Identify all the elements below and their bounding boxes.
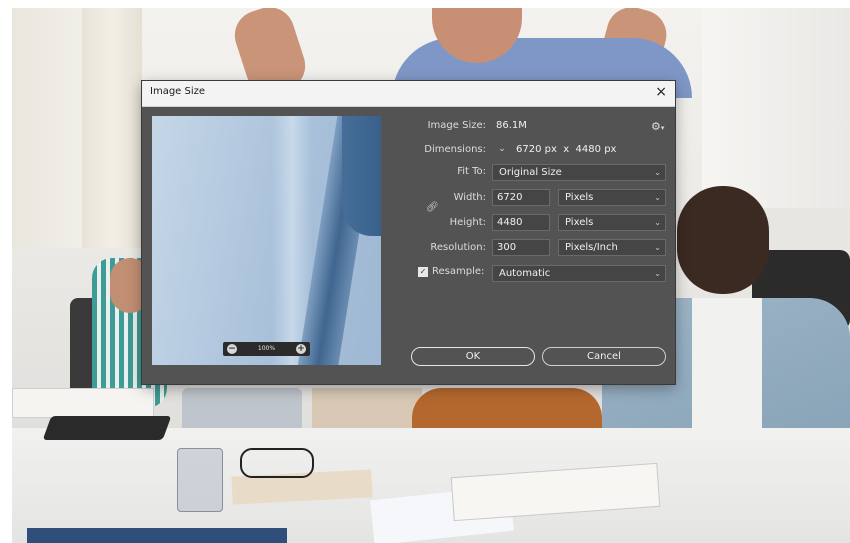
person-head: [677, 186, 769, 294]
chevron-down-icon: ⌄: [654, 269, 661, 278]
image-size-label: Image Size:: [427, 120, 486, 131]
dimensions-value: 6720 px x 4480 px: [516, 144, 616, 155]
fit-to-value: Original Size: [499, 167, 562, 178]
curtain: [82, 8, 142, 248]
ok-button[interactable]: OK: [411, 347, 535, 366]
chevron-down-icon: ⌄: [654, 218, 661, 227]
tablet: [42, 416, 172, 440]
dimensions-unit: px: [544, 144, 557, 155]
chevron-down-icon: ⌄: [654, 243, 661, 252]
resolution-label: Resolution:: [430, 242, 486, 253]
fit-to-select[interactable]: Original Size ⌄: [492, 164, 666, 181]
chevron-down-icon[interactable]: ⌄: [497, 145, 507, 155]
resample-value: Automatic: [499, 268, 551, 279]
resolution-unit-select[interactable]: Pixels/Inch ⌄: [558, 239, 666, 256]
dimensions-label: Dimensions:: [424, 144, 486, 155]
width-unit-value: Pixels: [565, 192, 594, 203]
eyeglasses: [240, 448, 314, 478]
resample-label: Resample:: [432, 266, 485, 277]
width-input[interactable]: 6720: [492, 189, 550, 206]
cancel-button[interactable]: Cancel: [542, 347, 666, 366]
resolution-unit-value: Pixels/Inch: [565, 242, 618, 253]
height-label: Height:: [449, 217, 486, 228]
image-preview[interactable]: − 100% +: [152, 116, 381, 365]
dimensions-unit: px: [604, 144, 617, 155]
gear-icon[interactable]: ⚙▾: [651, 120, 664, 133]
zoom-in-icon[interactable]: +: [296, 344, 306, 354]
resample-checkbox[interactable]: ✓: [418, 267, 428, 277]
height-input[interactable]: 4480: [492, 214, 550, 231]
link-icon[interactable]: 🔗︎: [426, 202, 439, 216]
image-size-dialog: Image Size × − 100% + Image Size: 86.1M …: [142, 81, 675, 384]
image-size-value: 86.1M: [496, 120, 527, 131]
open-book: [12, 388, 154, 418]
preview-shadow: [342, 116, 381, 236]
pen-holder: [177, 448, 223, 512]
height-unit-select[interactable]: Pixels ⌄: [558, 214, 666, 231]
close-icon[interactable]: ×: [655, 83, 667, 101]
dialog-title: Image Size: [150, 86, 206, 97]
dimensions-times: x: [563, 144, 570, 155]
dimensions-width: 6720: [516, 144, 542, 155]
chevron-down-icon: ⌄: [654, 168, 661, 177]
chair-base: [27, 528, 287, 543]
resample-select[interactable]: Automatic ⌄: [492, 265, 666, 282]
fit-to-label: Fit To:: [457, 166, 486, 177]
width-label: Width:: [453, 192, 486, 203]
height-unit-value: Pixels: [565, 217, 594, 228]
zoom-bar: − 100% +: [223, 342, 310, 356]
width-unit-select[interactable]: Pixels ⌄: [558, 189, 666, 206]
resolution-input[interactable]: 300: [492, 239, 550, 256]
dimensions-height: 4480: [575, 144, 601, 155]
dialog-titlebar: Image Size ×: [142, 81, 675, 107]
chevron-down-icon: ⌄: [654, 193, 661, 202]
